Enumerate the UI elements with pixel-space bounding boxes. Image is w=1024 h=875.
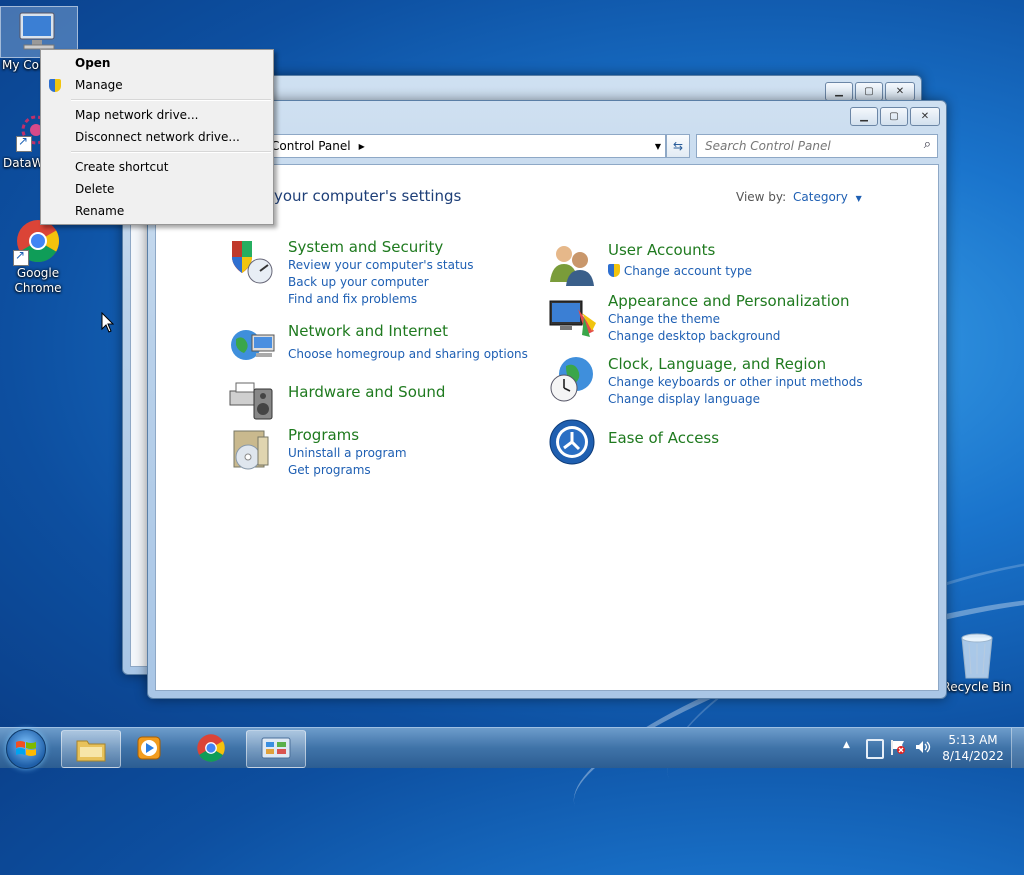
taskbar-control-panel[interactable] [246, 730, 306, 768]
maximize-button[interactable]: ▢ [855, 82, 883, 101]
menu-item-rename[interactable]: Rename [41, 200, 273, 222]
uac-shield-icon [49, 79, 61, 92]
folder-icon [76, 740, 106, 762]
desktop-icon-google-chrome[interactable]: Google Chrome [0, 218, 76, 296]
taskbar-chrome[interactable] [182, 730, 240, 766]
refresh-icon: ⇆ [672, 139, 684, 153]
link-review-status[interactable]: Review your computer's status [288, 257, 474, 274]
refresh-button[interactable]: ⇆ [666, 134, 690, 158]
close-button[interactable]: ✕ [885, 82, 915, 101]
desktop-icon-label: Recycle Bin [942, 680, 1012, 694]
view-by-dropdown[interactable]: Category ▼ [793, 190, 862, 204]
menu-separator [71, 151, 271, 153]
link-find-fix[interactable]: Find and fix problems [288, 291, 474, 308]
action-center-flag-icon[interactable] [890, 738, 906, 756]
media-player-icon [137, 736, 161, 760]
category-ease: Ease of Access [548, 418, 719, 468]
chevron-down-icon: ▼ [855, 194, 862, 203]
minimize-button[interactable]: ▁ [825, 82, 853, 101]
search-input[interactable]: Search Control Panel [705, 139, 831, 153]
link-change-keyboards[interactable]: Change keyboards or other input methods [608, 374, 863, 391]
show-desktop-button[interactable] [1011, 728, 1024, 768]
clock-globe-icon [548, 354, 598, 404]
mouse-cursor-icon [101, 312, 115, 333]
link-change-account-type[interactable]: Change account type [608, 263, 752, 280]
appearance-monitor-icon [548, 291, 598, 341]
link-uninstall[interactable]: Uninstall a program [288, 445, 407, 462]
windows-logo-icon [16, 741, 36, 756]
category-title[interactable]: Appearance and Personalization [608, 291, 850, 311]
category-clock: Clock, Language, and Region Change keybo… [548, 354, 863, 408]
link-change-background[interactable]: Change desktop background [608, 328, 850, 345]
control-panel-content: your computer's settings View by: Catego… [155, 164, 939, 691]
context-menu: Open Manage Map network drive... Disconn… [40, 49, 274, 225]
recycle-bin-icon [961, 633, 993, 679]
menu-item-delete[interactable]: Delete [41, 178, 273, 200]
address-dropdown-icon[interactable]: ▼ [655, 142, 661, 151]
taskbar-explorer[interactable] [61, 730, 121, 768]
link-change-display-language[interactable]: Change display language [608, 391, 863, 408]
breadcrumb-chevron-icon[interactable]: ▶ [359, 142, 365, 151]
category-title[interactable]: Ease of Access [608, 428, 719, 448]
close-button[interactable]: ✕ [910, 107, 940, 126]
link-change-theme[interactable]: Change the theme [608, 311, 850, 328]
clock[interactable]: 5:13 AM 8/14/2022 [940, 732, 1006, 764]
taskbar-media-player[interactable] [120, 730, 178, 766]
category-user-accounts: User Accounts Change account type [548, 240, 752, 290]
shortcut-arrow-icon [13, 248, 29, 266]
address-bar[interactable]: Control Panel ▶ ▼ [248, 134, 666, 158]
category-appearance: Appearance and Personalization Change th… [548, 291, 850, 345]
minimize-button[interactable]: ▁ [850, 107, 878, 126]
link-homegroup[interactable]: Choose homegroup and sharing options [288, 346, 528, 363]
chrome-icon [197, 734, 225, 762]
link-get-programs[interactable]: Get programs [288, 462, 407, 479]
ease-of-access-icon [548, 418, 598, 468]
desktop-icon-recycle-bin[interactable]: Recycle Bin [937, 630, 1017, 695]
network-globe-icon [228, 321, 278, 371]
users-icon [548, 240, 598, 290]
desktop-icon-label: My Computer [2, 58, 42, 72]
menu-item-open[interactable]: Open [41, 52, 273, 74]
clock-date: 8/14/2022 [942, 749, 1004, 763]
menu-item-manage[interactable]: Manage [41, 74, 273, 96]
search-box[interactable]: Search Control Panel ⌕ [696, 134, 938, 158]
network-tray-icon[interactable] [866, 739, 884, 759]
menu-item-map-network-drive[interactable]: Map network drive... [41, 104, 273, 126]
taskbar: ▲ 5:13 AM 8/14/2022 [0, 727, 1024, 769]
category-title[interactable]: Hardware and Sound [288, 382, 445, 402]
category-title[interactable]: System and Security [288, 237, 474, 257]
control-panel-icon [261, 737, 291, 759]
category-title[interactable]: Programs [288, 425, 407, 445]
volume-icon[interactable] [914, 738, 932, 756]
view-by-value: Category [793, 190, 848, 204]
link-label: Change account type [623, 264, 753, 278]
uac-shield-icon [608, 264, 620, 277]
security-shield-icon [228, 237, 278, 287]
menu-item-label: Manage [75, 78, 123, 92]
search-icon: ⌕ [923, 137, 931, 152]
printer-speaker-icon [228, 373, 278, 423]
menu-separator [71, 99, 271, 101]
start-button[interactable] [6, 729, 46, 769]
link-back-up[interactable]: Back up your computer [288, 274, 474, 291]
menu-item-create-shortcut[interactable]: Create shortcut [41, 156, 273, 178]
address-text: Control Panel [271, 139, 351, 153]
desktop-icon-label: DataWatch [3, 156, 41, 170]
page-title: your computer's settings [274, 187, 462, 205]
menu-item-disconnect-network-drive[interactable]: Disconnect network drive... [41, 126, 273, 148]
desktop-icon-label: Google Chrome [14, 266, 62, 295]
category-hardware: Hardware and Sound [228, 373, 445, 423]
category-programs: Programs Uninstall a program Get program… [228, 425, 407, 479]
category-network: Network and Internet Choose homegroup an… [228, 321, 528, 371]
programs-box-icon [228, 425, 278, 475]
clock-time: 5:13 AM [948, 733, 998, 747]
view-by-label: View by: [736, 190, 787, 204]
category-title[interactable]: Clock, Language, and Region [608, 354, 863, 374]
category-title[interactable]: User Accounts [608, 240, 752, 260]
category-system-security: System and Security Review your computer… [228, 237, 474, 308]
show-hidden-icons-button[interactable]: ▲ [843, 740, 850, 750]
shortcut-arrow-icon [16, 134, 32, 152]
maximize-button[interactable]: ▢ [880, 107, 908, 126]
category-title[interactable]: Network and Internet [288, 321, 528, 341]
